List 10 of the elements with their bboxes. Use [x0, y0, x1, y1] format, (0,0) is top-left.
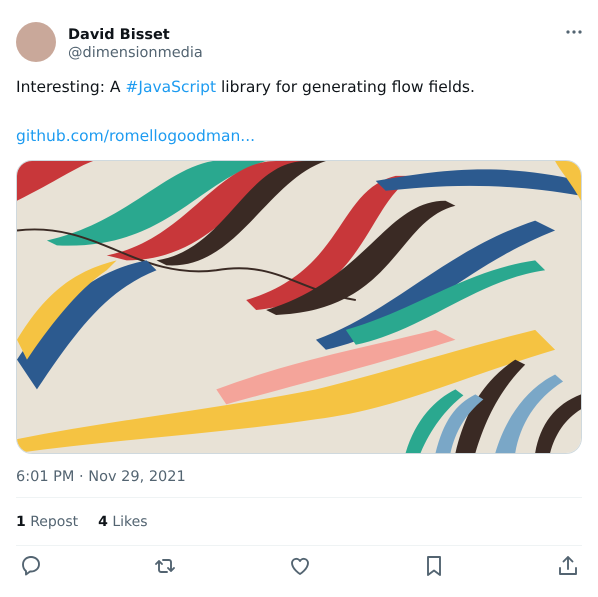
author-handle[interactable]: @dimensionmedia — [68, 44, 558, 62]
more-options-icon[interactable] — [566, 30, 582, 34]
stat-link[interactable]: 4 Likes — [98, 514, 148, 530]
reply-icon[interactable] — [20, 554, 42, 576]
author-name[interactable]: David Bisset — [68, 26, 558, 44]
stat-link[interactable]: 1 Repost — [16, 514, 78, 530]
post-text: Interesting: A #JavaScript library for generating flow fields. — [16, 77, 476, 97]
share-icon[interactable] — [556, 554, 578, 576]
post-timestamp[interactable]: 6:01 PM · Nov 29, 2021 — [16, 467, 186, 489]
flow-field-artwork-drawing[interactable] — [16, 160, 582, 454]
